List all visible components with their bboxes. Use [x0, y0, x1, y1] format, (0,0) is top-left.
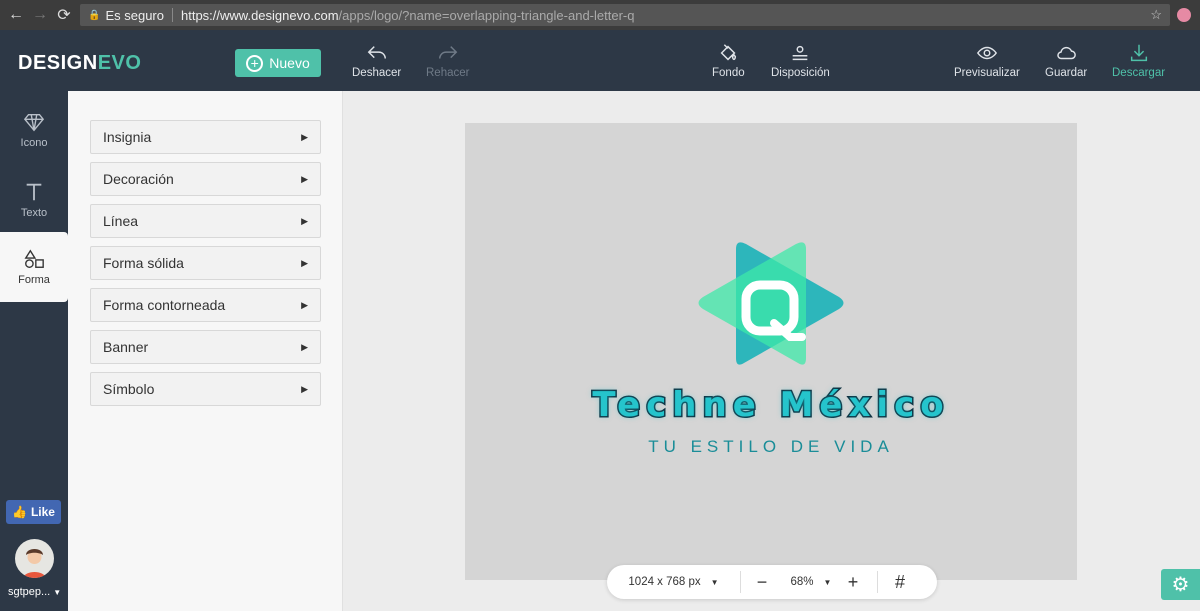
category-insignia[interactable]: Insignia▶	[90, 120, 321, 154]
designevo-logo[interactable]: DESIGNEVO	[18, 52, 141, 75]
eye-icon	[976, 42, 998, 64]
back-icon[interactable]: ←	[4, 6, 28, 24]
grid-toggle-icon[interactable]: #	[878, 565, 922, 599]
category-banner[interactable]: Banner▶	[90, 330, 321, 364]
rail-item-icono[interactable]: Icono	[0, 95, 68, 165]
address-bar[interactable]: 🔒 Es seguro https://www.designevo.com/ap…	[80, 4, 1170, 26]
download-icon	[1128, 42, 1150, 64]
caret-down-icon: ▼	[824, 578, 832, 587]
paint-bucket-icon	[717, 42, 739, 64]
reload-icon[interactable]: ⟳	[52, 5, 76, 25]
logo-slogan-text[interactable]: TU ESTILO DE VIDA	[465, 437, 1077, 457]
rail-item-forma[interactable]: Forma	[0, 232, 68, 302]
logo-title-text[interactable]: Techne México	[465, 385, 1077, 425]
category-forma-solida[interactable]: Forma sólida▶	[90, 246, 321, 280]
redo-button[interactable]: Rehacer	[426, 42, 469, 79]
category-simbolo[interactable]: Símbolo▶	[90, 372, 321, 406]
cloud-icon	[1055, 42, 1077, 64]
category-decoracion[interactable]: Decoración▶	[90, 162, 321, 196]
forward-icon[interactable]: →	[28, 6, 52, 24]
rail-item-texto[interactable]: Texto	[0, 165, 68, 235]
secure-label: Es seguro	[105, 8, 164, 23]
lock-icon: 🔒	[88, 10, 100, 21]
caret-down-icon: ▼	[53, 588, 61, 597]
preview-button[interactable]: Previsualizar	[954, 42, 1020, 79]
caret-right-icon: ▶	[301, 258, 308, 269]
layout-button[interactable]: Disposición	[771, 42, 830, 79]
zoom-level-select[interactable]: 68%▼	[783, 565, 839, 599]
shapes-icon	[23, 248, 45, 270]
diamond-icon	[23, 111, 45, 133]
caret-right-icon: ▶	[301, 132, 308, 143]
user-menu[interactable]: sgtpep... ▼	[8, 586, 61, 598]
caret-down-icon: ▼	[711, 578, 719, 587]
extension-icon[interactable]	[1177, 8, 1191, 22]
download-button[interactable]: Descargar	[1112, 42, 1165, 79]
background-button[interactable]: Fondo	[712, 42, 745, 79]
category-linea[interactable]: Línea▶	[90, 204, 321, 238]
browser-toolbar: ← → ⟳ 🔒 Es seguro https://www.designevo.…	[0, 0, 1200, 30]
text-icon	[23, 181, 45, 203]
caret-right-icon: ▶	[301, 300, 308, 311]
save-button[interactable]: Guardar	[1045, 42, 1087, 79]
undo-icon	[366, 42, 388, 64]
redo-icon	[437, 42, 459, 64]
plus-circle-icon: +	[246, 55, 263, 72]
facebook-like-button[interactable]: 👍Like	[6, 500, 61, 524]
zoom-out-button[interactable]: −	[741, 565, 783, 599]
canvas-size-select[interactable]: 1024 x 768 px▼	[607, 565, 740, 599]
caret-right-icon: ▶	[301, 384, 308, 395]
url-path: /apps/logo/?name=overlapping-triangle-an…	[339, 8, 635, 23]
left-rail: Icono Texto Forma	[0, 91, 68, 611]
caret-right-icon: ▶	[301, 174, 308, 185]
category-forma-contorneada[interactable]: Forma contorneada▶	[90, 288, 321, 322]
layout-icon	[789, 42, 811, 64]
avatar[interactable]	[15, 539, 54, 578]
url-host: https://www.designevo.com	[181, 8, 339, 23]
zoom-in-button[interactable]: +	[839, 565, 867, 599]
bookmark-star-icon[interactable]: ☆	[1150, 7, 1162, 23]
caret-right-icon: ▶	[301, 216, 308, 227]
new-button[interactable]: +Nuevo	[235, 49, 321, 77]
design-canvas[interactable]: Techne México TU ESTILO DE VIDA	[465, 123, 1077, 580]
undo-button[interactable]: Deshacer	[352, 42, 401, 79]
caret-right-icon: ▶	[301, 342, 308, 353]
settings-gear-icon[interactable]: ⚙	[1161, 569, 1200, 600]
thumbs-up-icon: 👍	[12, 505, 27, 519]
shape-category-panel: Insignia▶ Decoración▶ Línea▶ Forma sólid…	[68, 91, 343, 611]
app-header: DESIGNEVO +Nuevo Deshacer Rehacer Fondo …	[0, 30, 1200, 91]
overlapping-triangles-logo-icon[interactable]	[694, 241, 850, 379]
canvas-zoom-bar: 1024 x 768 px▼ − 68%▼ + #	[607, 565, 937, 599]
